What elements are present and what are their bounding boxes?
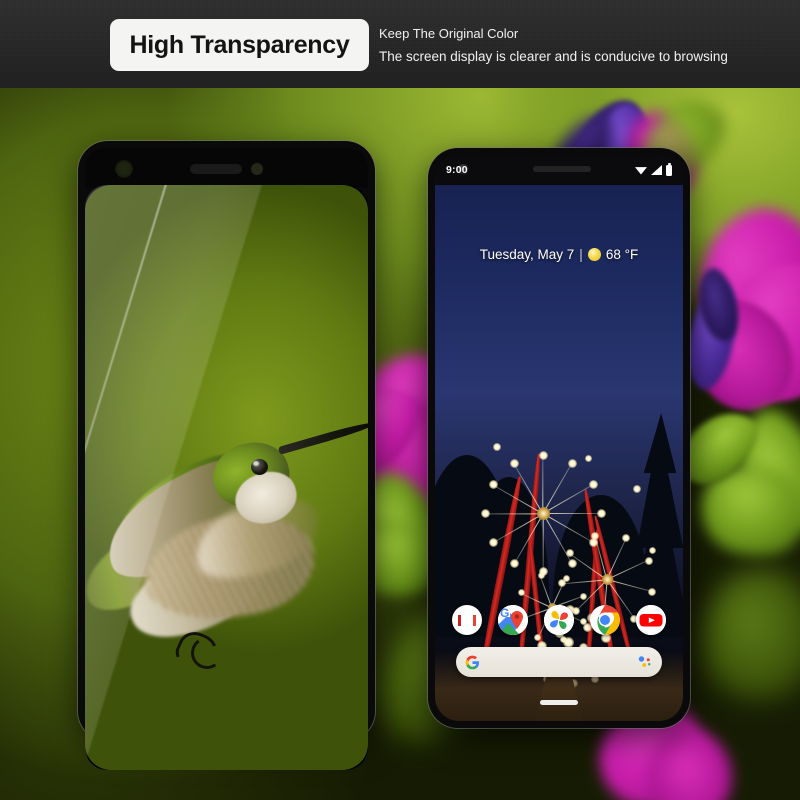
header-banner: High Transparency Keep The Original Colo… — [0, 0, 800, 88]
header-line-2: The screen display is clearer and is con… — [379, 49, 728, 64]
photos-icon — [544, 605, 574, 635]
maps-icon: G — [498, 605, 528, 635]
camera-cutout-icon — [115, 160, 133, 178]
status-bar-time: 9:00 — [446, 164, 468, 176]
light-bulb — [633, 485, 641, 493]
pixel-phone: 9:00 Tuesday, May 7 | 68 °F G — [428, 148, 690, 728]
hummingbird-beak — [277, 419, 368, 455]
home-screen: 9:00 Tuesday, May 7 | 68 °F G — [435, 155, 683, 721]
svg-text:G: G — [500, 606, 509, 620]
wifi-icon — [635, 167, 647, 175]
feature-title-badge: High Transparency — [110, 19, 369, 71]
app-icon-youtube[interactable] — [636, 605, 666, 635]
left-screen-area — [85, 185, 368, 770]
signal-icon — [651, 165, 662, 175]
date-weather-widget[interactable]: Tuesday, May 7 | 68 °F — [435, 247, 683, 262]
header-description: Keep The Original Color The screen displ… — [379, 26, 728, 64]
widget-date: Tuesday, May 7 — [479, 247, 575, 262]
sun-icon — [587, 248, 601, 261]
pixel-screen: 9:00 Tuesday, May 7 | 68 °F G — [435, 155, 683, 721]
feature-title-text: High Transparency — [129, 30, 350, 59]
hummingbird-photo — [85, 185, 368, 770]
product-marketing-image: 9:00 Tuesday, May 7 | 68 °F G High Trans… — [0, 0, 800, 800]
sensor-cutout-icon — [251, 163, 263, 175]
chrome-icon — [590, 605, 620, 635]
widget-temperature: 68 °F — [605, 247, 639, 262]
light-bulb — [649, 547, 656, 554]
header-line-1: Keep The Original Color — [379, 26, 519, 41]
protector-top-bezel — [85, 148, 368, 188]
status-bar-icons — [635, 162, 672, 176]
hummingbird-eye-glint — [253, 461, 259, 466]
google-search-bar[interactable] — [456, 647, 662, 677]
light-bulb — [585, 455, 592, 462]
status-bar: 9:00 — [435, 155, 683, 185]
app-dock: G — [435, 605, 683, 635]
app-icon-chrome[interactable] — [590, 605, 620, 635]
wallpaper — [435, 155, 683, 721]
widget-separator: | — [579, 247, 583, 262]
battery-icon — [666, 162, 672, 176]
app-icon-gmail[interactable] — [452, 605, 482, 635]
youtube-icon — [636, 605, 666, 635]
google-g-icon — [465, 655, 480, 669]
app-icon-maps[interactable]: G — [498, 605, 528, 635]
light-bulb — [493, 443, 501, 451]
gmail-icon — [458, 615, 476, 626]
phone-with-screen-protector — [78, 141, 375, 770]
home-gesture-pill[interactable] — [540, 700, 578, 705]
app-icon-photos[interactable] — [544, 605, 574, 635]
earpiece-cutout-icon — [190, 164, 242, 174]
google-assistant-icon — [638, 656, 651, 667]
